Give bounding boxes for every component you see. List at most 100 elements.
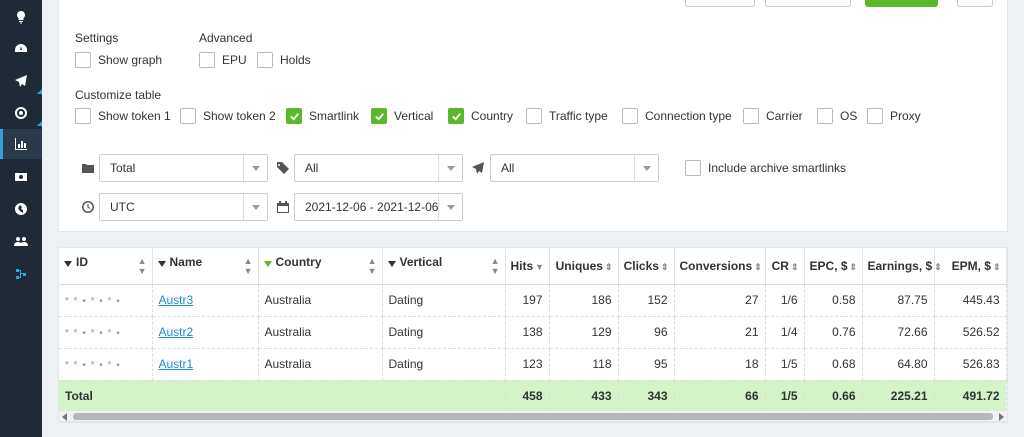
col-cr[interactable]: CR ⇕ xyxy=(765,248,805,285)
smartlink-name-link[interactable]: Austr1 xyxy=(159,357,194,371)
sidebar-item-api[interactable] xyxy=(0,259,42,289)
connection-type-checkbox[interactable] xyxy=(622,108,638,124)
smartlink-name-link[interactable]: Austr2 xyxy=(159,325,194,339)
col-earnings[interactable]: Earnings, $ ⇕ xyxy=(862,248,942,285)
sort-icon[interactable]: ▲ ▼ xyxy=(138,256,147,276)
advanced-title: Advanced xyxy=(199,31,253,45)
col-conversions[interactable]: Conversions ⇕ xyxy=(674,248,766,285)
sort-icon[interactable]: ⇕ xyxy=(605,262,613,272)
chevron-down-icon[interactable] xyxy=(438,194,462,220)
sort-icon[interactable]: ⇕ xyxy=(993,262,1001,272)
chevron-down-icon[interactable] xyxy=(243,155,267,181)
clock-icon xyxy=(81,200,95,214)
customize-option-vertical[interactable]: Vertical xyxy=(371,108,433,124)
epu-checkbox[interactable] xyxy=(199,52,215,68)
sort-icon[interactable]: ▲ ▼ xyxy=(491,256,500,276)
sort-desc-icon[interactable]: ▼ xyxy=(535,262,544,272)
toolbar-button-2[interactable] xyxy=(765,0,851,7)
tags-value: All xyxy=(305,161,319,175)
sidebar-item-statistics[interactable] xyxy=(0,129,42,159)
date-range-picker[interactable]: 2021-12-06 - 2021-12-06 xyxy=(294,193,463,221)
show-graph-option[interactable]: Show graph xyxy=(75,52,162,68)
sort-icon[interactable]: ⇕ xyxy=(754,262,762,272)
holds-checkbox[interactable] xyxy=(257,52,273,68)
total-earnings: 225.21 xyxy=(862,380,935,411)
sidebar-item-payments[interactable] xyxy=(0,162,42,192)
timezone-select[interactable]: UTC xyxy=(99,193,268,221)
total-cr: 1/5 xyxy=(765,380,805,411)
sort-icon[interactable]: ⇕ xyxy=(850,262,858,272)
sidebar-item-smartlinks[interactable] xyxy=(0,66,42,96)
scroll-right-icon[interactable] xyxy=(999,413,1004,421)
cell-uniques: 118 xyxy=(549,348,619,381)
horizontal-scrollbar[interactable] xyxy=(58,410,1008,422)
table-row: * * • * • * • Austr3 Australia Dating 197 186… xyxy=(59,284,1007,317)
customize-option-smartlink[interactable]: Smartlink xyxy=(286,108,359,124)
customize-option-carrier[interactable]: Carrier xyxy=(743,108,803,124)
traffic-type-checkbox[interactable] xyxy=(526,108,542,124)
proxy-checkbox[interactable] xyxy=(867,108,883,124)
cell-clicks: 95 xyxy=(618,348,675,381)
show-graph-checkbox[interactable] xyxy=(75,52,91,68)
col-country[interactable]: Country ▲ ▼ xyxy=(258,248,383,285)
customize-option-proxy[interactable]: Proxy xyxy=(867,108,921,124)
filter-icon[interactable] xyxy=(387,261,396,268)
customize-option-show-token-2[interactable]: Show token 2 xyxy=(180,108,276,124)
carrier-checkbox[interactable] xyxy=(743,108,759,124)
smartlink-name-link[interactable]: Austr3 xyxy=(159,293,194,307)
scroll-left-icon[interactable] xyxy=(62,413,67,421)
customize-option-country[interactable]: Country xyxy=(448,108,513,124)
sidebar-item-referrals[interactable] xyxy=(0,226,42,256)
chevron-down-icon[interactable] xyxy=(438,155,462,181)
filter-active-icon[interactable] xyxy=(263,261,272,268)
toolbar-button-3[interactable] xyxy=(957,0,993,7)
smartlinks-select[interactable]: All xyxy=(490,154,659,182)
show-token-2-checkbox[interactable] xyxy=(180,108,196,124)
sidebar-item-geo[interactable] xyxy=(0,194,42,224)
col-clicks[interactable]: Clicks ⇕ xyxy=(618,248,675,285)
cell-hits: 138 xyxy=(505,316,550,349)
col-hits[interactable]: Hits ▼ xyxy=(505,248,550,285)
sort-icon[interactable]: ▲ ▼ xyxy=(368,256,377,276)
scrollbar-thumb[interactable] xyxy=(73,413,993,420)
sidebar-item-tips[interactable] xyxy=(0,2,42,32)
smartlink-checkbox[interactable] xyxy=(286,108,302,124)
country-checkbox[interactable] xyxy=(448,108,464,124)
col-name[interactable]: Name ▲ ▼ xyxy=(152,248,259,285)
customize-option-show-token-1[interactable]: Show token 1 xyxy=(75,108,171,124)
toolbar-button-1[interactable] xyxy=(685,0,755,7)
include-archive-checkbox[interactable] xyxy=(685,160,701,176)
filter-icon[interactable] xyxy=(157,261,166,268)
settings-title: Settings xyxy=(75,31,119,45)
holds-option[interactable]: Holds xyxy=(257,52,311,68)
os-checkbox[interactable] xyxy=(817,108,833,124)
vertical-checkbox[interactable] xyxy=(371,108,387,124)
customize-option-traffic-type[interactable]: Traffic type xyxy=(526,108,608,124)
customize-title: Customize table xyxy=(75,88,162,102)
apply-button[interactable] xyxy=(865,0,938,7)
sort-icon[interactable]: ⇕ xyxy=(791,262,799,272)
sort-icon[interactable]: ⇕ xyxy=(934,262,942,272)
sidebar-item-offers[interactable] xyxy=(0,98,42,128)
chevron-down-icon[interactable] xyxy=(243,194,267,220)
group-by-select[interactable]: Total xyxy=(99,154,268,182)
chevron-down-icon[interactable] xyxy=(634,155,658,181)
col-epc[interactable]: EPC, $ ⇕ xyxy=(804,248,863,285)
sort-icon[interactable]: ▲ ▼ xyxy=(244,256,253,276)
col-uniques[interactable]: Uniques ⇕ xyxy=(549,248,619,285)
col-vertical[interactable]: Vertical ▲ ▼ xyxy=(382,248,506,285)
col-epm[interactable]: EPM, $ ⇕ xyxy=(934,248,1007,285)
col-id[interactable]: ID ▲ ▼ xyxy=(59,248,153,285)
sidebar-item-dashboard[interactable] xyxy=(0,34,42,64)
timezone-value: UTC xyxy=(110,200,135,214)
customize-option-connection-type[interactable]: Connection type xyxy=(622,108,732,124)
filter-icon[interactable] xyxy=(64,261,72,268)
sort-icon[interactable]: ⇕ xyxy=(661,262,669,272)
include-archive-option[interactable]: Include archive smartlinks xyxy=(685,160,846,176)
show-token-1-checkbox[interactable] xyxy=(75,108,91,124)
cell-epm: 445.43 xyxy=(934,284,1007,317)
table-header-row: ID ▲ ▼ Name ▲ ▼ Country ▲ ▼ Vertical ▲ ▼ Hits ▼ U… xyxy=(59,248,1007,285)
tags-select[interactable]: All xyxy=(294,154,463,182)
epu-option[interactable]: EPU xyxy=(199,52,247,68)
customize-option-os[interactable]: OS xyxy=(817,108,857,124)
